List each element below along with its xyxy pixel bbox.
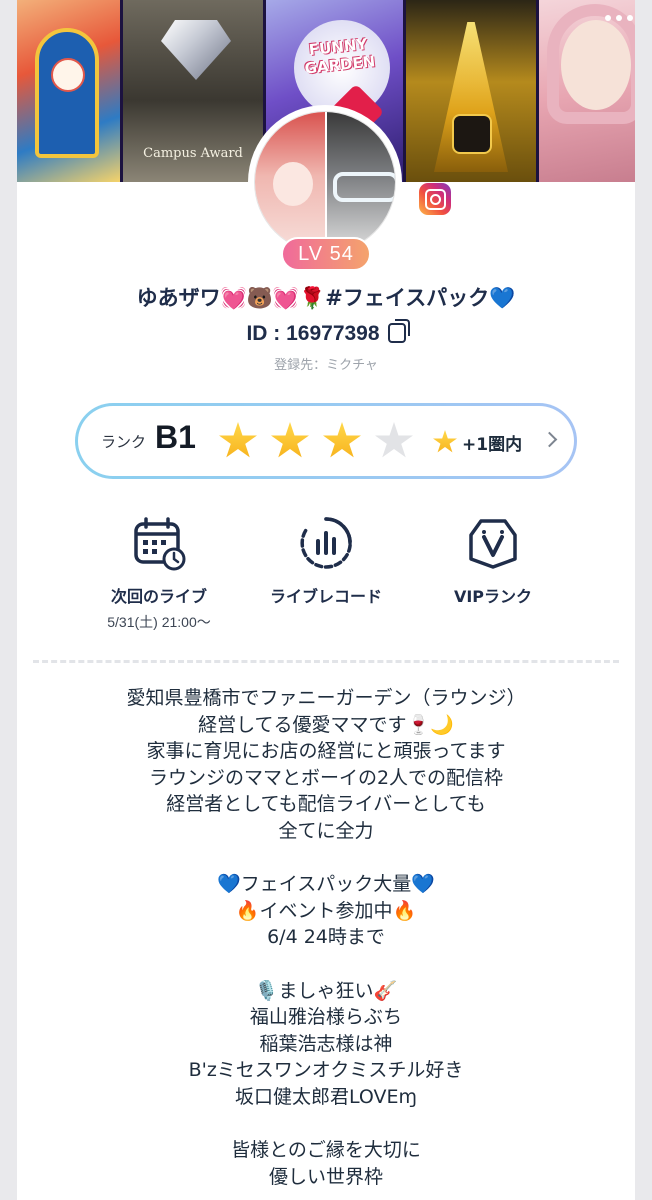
bear-graphic bbox=[51, 58, 85, 92]
rank-next-text: +1圏内 bbox=[462, 435, 523, 455]
live-record-label: ライブレコード bbox=[269, 587, 382, 606]
bar-chart-icon bbox=[298, 515, 354, 571]
banner-image-castle[interactable] bbox=[17, 0, 120, 182]
profile-name: ゆあザワ💓🐻💓🌹#フェイスパック💙 bbox=[136, 286, 516, 310]
vip-rank-button[interactable]: VIPランク bbox=[408, 515, 578, 607]
profile-bio: 愛知県豊橋市でファニーガーデン（ラウンジ） 経営してる優愛ママです🍷🌙 家事に育… bbox=[126, 687, 526, 1188]
gem-graphic bbox=[161, 20, 231, 80]
level-badge: LV 54 bbox=[281, 237, 371, 271]
rank-label: ランク bbox=[101, 433, 147, 451]
award-text: Campus Award bbox=[143, 146, 243, 161]
face-graphic bbox=[561, 20, 631, 110]
star-icon bbox=[219, 422, 257, 458]
next-live-label: 次回のライブ bbox=[110, 587, 207, 606]
registered-platform: 登録先：ミクチャ bbox=[274, 358, 378, 373]
user-id: ID : 16977398 bbox=[246, 322, 380, 345]
rank-value: B1 bbox=[155, 419, 196, 455]
avatar[interactable] bbox=[248, 105, 402, 259]
avatar-photo-left bbox=[255, 112, 325, 252]
banner-image-tower[interactable] bbox=[406, 0, 536, 182]
banner-image-award[interactable]: Campus Award bbox=[123, 0, 263, 182]
live-record-button[interactable]: ライブレコード bbox=[241, 515, 411, 607]
user-id-row: ID : 16977398 bbox=[0, 319, 652, 346]
chevron-right-icon bbox=[541, 431, 558, 448]
star-small-icon bbox=[433, 430, 457, 453]
more-horizontal-icon[interactable] bbox=[596, 6, 642, 30]
next-live-datetime: 5/31(土) 21:00〜 bbox=[107, 614, 211, 630]
mm-logo-graphic bbox=[452, 114, 492, 154]
divider bbox=[33, 660, 619, 663]
star-icon bbox=[271, 422, 309, 458]
star-icon bbox=[323, 422, 361, 458]
instagram-icon[interactable] bbox=[419, 183, 451, 215]
avatar-photo-right bbox=[324, 112, 395, 252]
calendar-icon bbox=[131, 515, 187, 571]
castle-graphic bbox=[35, 28, 99, 158]
rank-box[interactable]: ランク B1 +1圏内 bbox=[75, 403, 577, 479]
vip-badge-icon bbox=[465, 515, 521, 571]
next-live-button[interactable]: 次回のライブ 5/31(土) 21:00〜 bbox=[74, 515, 244, 632]
copy-icon[interactable] bbox=[387, 319, 410, 343]
vip-rank-label: VIPランク bbox=[453, 587, 533, 606]
star-empty-icon bbox=[375, 422, 413, 458]
